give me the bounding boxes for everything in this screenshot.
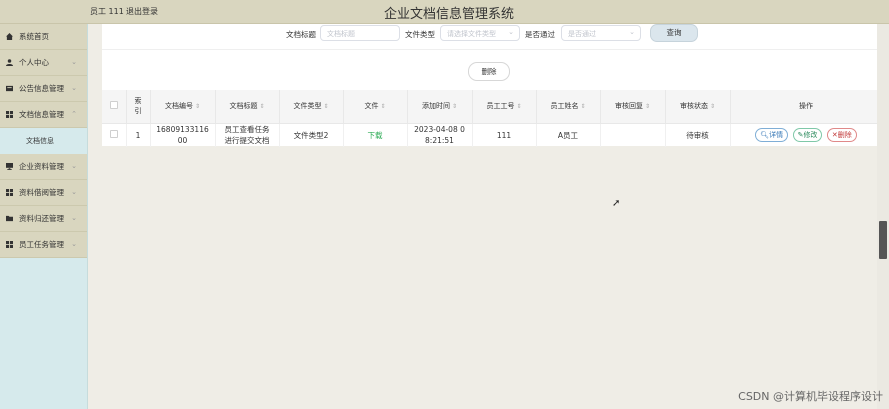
sidebar-item-documents[interactable]: 文档信息管理 ⌃ [0,102,87,128]
sidebar-item-label: 系统首页 [19,32,49,41]
chevron-down-icon: ⌄ [508,28,514,36]
chevron-down-icon: ⌄ [71,58,77,66]
search-icon: 🔍︎ [760,131,770,140]
sidebar-item-home[interactable]: 系统首页 [0,24,87,50]
sort-icon: ⇕ [451,103,458,111]
cell-staff-name: A员工 [536,123,601,147]
sidebar-item-company-materials[interactable]: 企业资料管理 ⌄ [0,154,87,180]
pass-select[interactable]: 是否通过 ⌄ [561,25,641,41]
grid-icon [6,111,13,118]
current-user: 员工 111 [90,7,124,16]
sort-icon: ⇕ [709,103,716,111]
folder-icon [6,215,13,222]
cell-doc-no: 1680913311600 [150,123,216,147]
app-title: 企业文档信息管理系统 [384,7,515,22]
sidebar-item-notice[interactable]: 公告信息管理 ⌄ [0,76,87,102]
chevron-up-icon: ⌃ [71,110,77,118]
sidebar-item-label: 企业资料管理 [19,162,64,171]
monitor-icon [6,163,13,170]
sidebar: 系统首页 个人中心 ⌄ 公告信息管理 ⌄ 文档信息管理 ⌃ 文档信息 企业资料管… [0,24,88,409]
cell-doc-title: 员工查看任务 进行提交文档 [215,123,280,147]
file-type-select[interactable]: 请选择文件类型 ⌄ [440,25,520,41]
chevron-down-icon: ⌄ [71,214,77,222]
cell-review-reply [600,123,666,147]
grid-icon [6,189,13,196]
cell-actions: 🔍︎详情 ✎修改 ✕删除 [730,123,883,147]
mouse-cursor-icon: ➚ [612,198,621,209]
grid-icon [6,241,13,248]
col-added-time[interactable]: 添加时间 ⇕ [407,90,473,124]
pass-placeholder: 是否通过 [568,30,596,38]
sidebar-item-label: 文档信息管理 [19,110,64,119]
sidebar-item-borrow[interactable]: 资料借阅管理 ⌄ [0,180,87,206]
file-type-label: 文件类型 [405,30,435,39]
col-file[interactable]: 文件 ⇕ [343,90,408,124]
col-doc-title[interactable]: 文档标题 ⇕ [215,90,280,124]
sidebar-item-tasks[interactable]: 员工任务管理 ⌄ [0,232,87,258]
scrollbar-thumb[interactable] [879,221,887,259]
col-review-status[interactable]: 审核状态 ⇕ [665,90,731,124]
sort-icon: ⇕ [644,103,651,111]
cell-file-type: 文件类型2 [279,123,344,147]
col-review-reply[interactable]: 审核回复 ⇕ [600,90,666,124]
cell-file: 下载 [343,123,408,147]
col-doc-no[interactable]: 文档编号 ⇕ [150,90,216,124]
doc-title-label: 文档标题 [286,30,316,39]
logout-link[interactable]: 退出登录 [126,6,158,17]
sort-icon: ⇕ [380,103,386,111]
sidebar-item-label: 资料借阅管理 [19,188,64,197]
delete-button[interactable]: 删除 [468,62,510,81]
home-icon [6,33,13,40]
sort-icon: ⇕ [194,103,201,111]
sidebar-item-label: 员工任务管理 [19,240,64,249]
sort-icon: ⇕ [259,103,265,111]
col-actions: 操作 [730,90,883,124]
document-panel: 文档标题 文档标题 文件类型 请选择文件类型 ⌄ 是否通过 是否通过 ⌄ 查询 … [102,24,883,147]
chevron-down-icon: ⌄ [71,240,77,248]
sidebar-subitem-document-info[interactable]: 文档信息 [0,128,87,154]
search-bar: 文档标题 文档标题 文件类型 请选择文件类型 ⌄ 是否通过 是否通过 ⌄ 查询 [102,24,877,50]
table-row: 1 1680913311600 员工查看任务 进行提交文档 文件类型2 下载 20… [102,123,883,147]
sidebar-item-return[interactable]: 资料归还管理 ⌄ [0,206,87,232]
cell-review-status: 待审核 [665,123,731,147]
chevron-down-icon: ⌄ [629,28,635,36]
download-link[interactable]: 下载 [368,131,383,140]
col-file-type[interactable]: 文件类型 ⇕ [279,90,344,124]
sidebar-item-label: 公告信息管理 [19,84,64,93]
sidebar-item-label: 个人中心 [19,58,49,67]
chevron-down-icon: ⌄ [71,188,77,196]
main-content: 文档标题 文档标题 文件类型 请选择文件类型 ⌄ 是否通过 是否通过 ⌄ 查询 … [88,24,889,409]
watermark: CSDN @计算机毕设程序设计 [738,390,883,403]
row-checkbox[interactable] [102,123,127,147]
scrollbar[interactable] [877,24,889,409]
document-table: 索引 文档编号 ⇕ 文档标题 ⇕ 文件类型 ⇕ 文件 ⇕ 添加时间 ⇕ 员工工号 ⇕ 员工姓… [102,90,883,147]
col-index: 索引 [126,90,151,124]
file-type-placeholder: 请选择文件类型 [447,30,496,38]
cell-staff-no: 111 [472,123,537,147]
sort-icon: ⇕ [580,103,586,111]
query-button[interactable]: 查询 [650,24,698,42]
doc-title-input[interactable]: 文档标题 [320,25,400,41]
top-bar: 员工 111 退出登录 企业文档信息管理系统 [0,0,889,24]
col-staff-name[interactable]: 员工姓名 ⇕ [536,90,601,124]
user-icon [6,59,13,66]
table-header-row: 索引 文档编号 ⇕ 文档标题 ⇕ 文件类型 ⇕ 文件 ⇕ 添加时间 ⇕ 员工工号 ⇕ 员工姓… [102,90,883,124]
sort-icon: ⇕ [516,103,522,111]
chevron-down-icon: ⌄ [71,162,77,170]
row-delete-button[interactable]: ✕删除 [826,128,857,143]
chevron-down-icon: ⌄ [71,84,77,92]
pass-label: 是否通过 [525,30,555,39]
cell-added-time: 2023-04-08 0 8:21:51 [407,123,473,147]
notice-icon [6,85,13,92]
detail-button[interactable]: 🔍︎详情 [755,128,789,143]
sidebar-item-label: 资料归还管理 [19,214,64,223]
sort-icon: ⇕ [323,103,329,111]
edit-button[interactable]: ✎修改 [792,128,823,143]
select-all-checkbox[interactable] [102,90,127,124]
cell-index: 1 [126,123,151,147]
sidebar-item-profile[interactable]: 个人中心 ⌄ [0,50,87,76]
col-staff-no[interactable]: 员工工号 ⇕ [472,90,537,124]
